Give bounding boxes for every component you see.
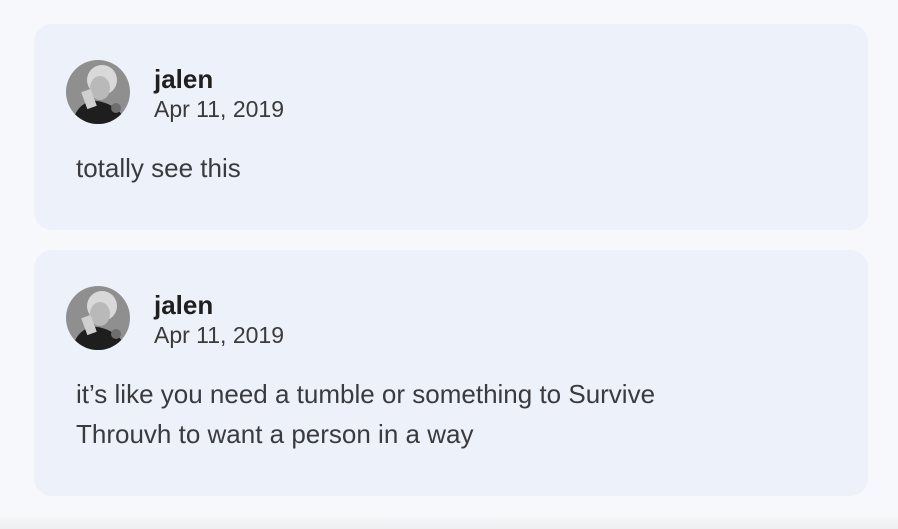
comment-card: jalen Apr 11, 2019 totally see this	[34, 24, 868, 230]
author-name[interactable]: jalen	[154, 64, 284, 94]
avatar-photo-icon	[66, 60, 130, 124]
comment-date: Apr 11, 2019	[154, 322, 285, 348]
avatar-photo-icon	[66, 286, 130, 350]
comment-list: jalen Apr 11, 2019 totally see this jale…	[34, 24, 868, 516]
avatar[interactable]	[66, 286, 130, 350]
comment-meta: jalen Apr 11, 2019	[154, 285, 284, 349]
avatar[interactable]	[66, 60, 130, 124]
comment-text: totally see this	[76, 153, 241, 183]
comment-text: it’s like you need a tumble or something…	[76, 379, 656, 449]
comment-header: jalen Apr 11, 2019	[66, 285, 826, 350]
comment-header: jalen Apr 11, 2019	[66, 59, 826, 124]
bottom-fade	[0, 515, 898, 529]
comment-meta: jalen Apr 11, 2019	[154, 59, 284, 123]
comment-date: Apr 11, 2019	[154, 96, 285, 122]
author-name[interactable]: jalen	[154, 290, 284, 320]
comment-card: jalen Apr 11, 2019 it’s like you need a …	[34, 250, 868, 496]
